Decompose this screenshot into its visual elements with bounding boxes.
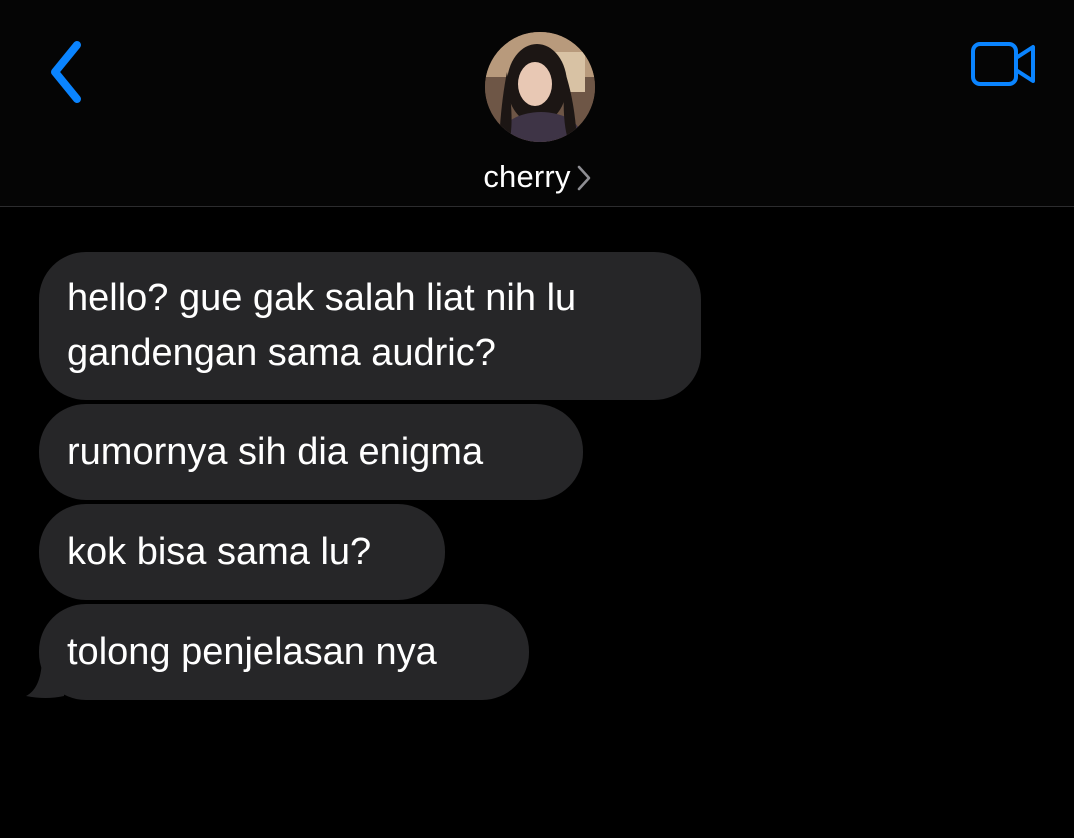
message-list: hello? gue gak salah liat nih lu gandeng… <box>0 206 1074 838</box>
avatar-photo <box>485 32 595 142</box>
message-text: hello? gue gak salah liat nih lu gandeng… <box>67 277 577 374</box>
incoming-message-bubble[interactable]: hello? gue gak salah liat nih lu gandeng… <box>39 252 701 400</box>
message-text: rumornya sih dia enigma <box>67 430 484 473</box>
bubble-tail <box>26 656 64 698</box>
contact-name: cherry <box>483 159 571 194</box>
chevron-left-icon <box>51 41 81 103</box>
incoming-message-bubble[interactable]: tolong penjelasan nya <box>39 604 529 700</box>
chevron-right-icon <box>577 165 591 191</box>
incoming-message-bubble[interactable]: kok bisa sama lu? <box>39 504 445 600</box>
messages-screen: cherry hello? gue gak salah liat nih lu … <box>0 0 1074 838</box>
conversation-header: cherry <box>0 0 1074 207</box>
back-button[interactable] <box>30 34 100 110</box>
video-call-button[interactable] <box>962 34 1046 94</box>
message-text: kok bisa sama lu? <box>67 530 372 573</box>
incoming-message-bubble[interactable]: rumornya sih dia enigma <box>39 404 583 500</box>
contact-name-button[interactable]: cherry <box>0 152 1074 202</box>
video-camera-icon <box>971 42 1035 86</box>
message-text: tolong penjelasan nya <box>67 630 437 673</box>
contact-avatar[interactable] <box>485 32 595 142</box>
